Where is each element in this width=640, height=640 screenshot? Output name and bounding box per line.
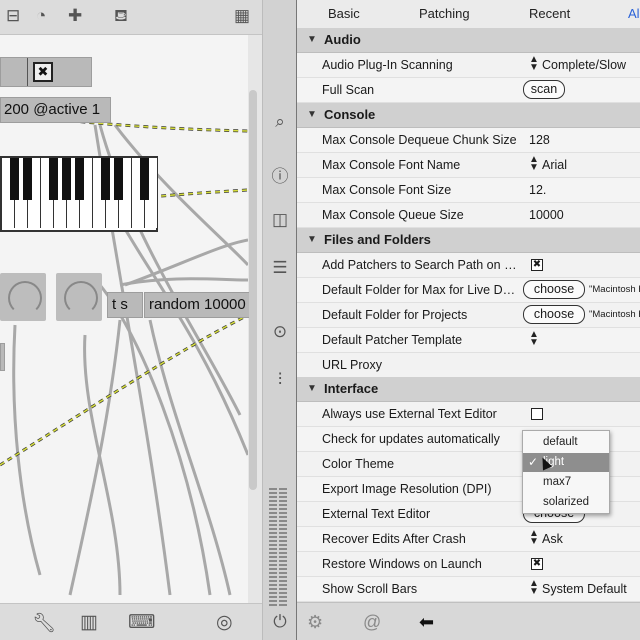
choose-button[interactable]: choose bbox=[523, 280, 585, 299]
list-icon[interactable]: ☰ bbox=[263, 258, 297, 278]
menu-item-max7[interactable]: max7 bbox=[523, 473, 609, 492]
folder-path: "Macintosh H bbox=[589, 284, 640, 295]
gear-icon[interactable]: ⚙ bbox=[307, 612, 323, 633]
pref-row: Full Scan scan bbox=[297, 78, 640, 103]
section-interface[interactable]: ▼ Interface bbox=[297, 377, 640, 402]
at-sign-icon[interactable]: @ bbox=[363, 612, 381, 633]
disclosure-triangle-icon[interactable]: ▼ bbox=[307, 228, 317, 252]
grid-icon[interactable]: ▦ bbox=[234, 5, 250, 27]
camera-icon[interactable]: ⊙ bbox=[263, 322, 297, 342]
section-console[interactable]: ▼ Console bbox=[297, 103, 640, 128]
toggle-x[interactable]: ✖ bbox=[33, 62, 53, 82]
sliders-icon[interactable]: ⫶ bbox=[263, 370, 297, 390]
restore-windows-checkbox[interactable]: ✖ bbox=[531, 558, 543, 570]
tab-patching[interactable]: Patching bbox=[419, 6, 470, 21]
tab-all[interactable]: Al bbox=[628, 6, 640, 21]
pref-row: URL Proxy bbox=[297, 353, 640, 378]
tab-recent[interactable]: Recent bbox=[529, 6, 570, 21]
pref-row: Max Console Dequeue Chunk Size 128 bbox=[297, 128, 640, 153]
folder-path: "Macintosh H bbox=[589, 309, 640, 320]
recover-edits-menu[interactable]: Ask bbox=[542, 532, 563, 546]
pref-row: Always use External Text Editor bbox=[297, 402, 640, 427]
section-files-and-folders[interactable]: ▼ Files and Folders bbox=[297, 228, 640, 253]
columns-icon[interactable]: ◫ bbox=[263, 210, 297, 230]
trigger-object[interactable]: t s bbox=[107, 292, 143, 318]
disclosure-triangle-icon[interactable]: ▼ bbox=[307, 103, 317, 127]
add-patchers-checkbox[interactable]: ✖ bbox=[531, 259, 543, 271]
paint-bucket-icon[interactable]: ⛾ bbox=[114, 5, 128, 27]
pref-row: Default Patcher Template ▲ ▼ bbox=[297, 328, 640, 353]
piano-icon[interactable]: ▥ bbox=[80, 611, 98, 634]
pref-row: Recover Edits After Crash ▲ ▼ Ask bbox=[297, 527, 640, 552]
stepper-arrows-icon[interactable]: ▲ ▼ bbox=[529, 529, 539, 547]
scan-button[interactable]: scan bbox=[523, 80, 565, 99]
plus-icon[interactable]: ✚ bbox=[68, 5, 82, 27]
console-font-size-field[interactable]: 12. bbox=[529, 183, 546, 197]
tab-basic[interactable]: Basic bbox=[328, 6, 360, 21]
patcher-bottom-toolbar: 🔧︎ ▥ ⌨ ◎ bbox=[0, 603, 262, 640]
disclosure-triangle-icon[interactable]: ▼ bbox=[307, 28, 317, 52]
menu-item-default[interactable]: default bbox=[523, 433, 609, 452]
stepper-arrows-icon[interactable]: ▲ ▼ bbox=[529, 155, 539, 173]
number-object[interactable] bbox=[0, 343, 5, 371]
kslider-piano[interactable] bbox=[0, 156, 158, 232]
checkmark-icon: ✓ bbox=[528, 455, 539, 469]
console-queue-size-field[interactable]: 10000 bbox=[529, 208, 564, 222]
stepper-arrows-icon[interactable]: ▲ ▼ bbox=[529, 330, 539, 348]
pref-row: Add Patchers to Search Path on Save ✖ bbox=[297, 253, 640, 278]
external-editor-checkbox[interactable] bbox=[531, 408, 543, 420]
console-font-menu[interactable]: Arial bbox=[542, 158, 567, 172]
preferences-bottom-bar: ⚙ @ ⬅ bbox=[297, 602, 640, 640]
info-icon[interactable]: ⓘ bbox=[263, 162, 297, 187]
section-audio[interactable]: ▼ Audio bbox=[297, 28, 640, 53]
dequeue-chunk-field[interactable]: 128 bbox=[529, 133, 550, 147]
pref-row: Max Console Font Name ▲ ▼ Arial bbox=[297, 153, 640, 178]
minus-box-icon[interactable]: ⊟ bbox=[6, 5, 20, 27]
level-meter bbox=[267, 488, 289, 608]
search-icon[interactable]: ⌕ bbox=[263, 112, 297, 132]
power-icon[interactable]: ⏻ bbox=[263, 612, 297, 632]
preferences-window: Basic Patching Recent Al ▼ Audio Audio P… bbox=[296, 0, 640, 640]
back-arrow-icon[interactable]: ⬅ bbox=[419, 612, 434, 633]
pref-row: Show Scroll Bars ▲ ▼ System Default bbox=[297, 577, 640, 602]
pref-row: Restore Windows on Launch ✖ bbox=[297, 552, 640, 577]
color-theme-dropdown[interactable]: default ✓ light max7 solarized bbox=[522, 430, 610, 514]
keyboard-icon[interactable]: ⌨ bbox=[128, 611, 155, 634]
preferences-tabs: Basic Patching Recent Al bbox=[297, 0, 640, 29]
dial-knob[interactable] bbox=[56, 273, 102, 321]
stepper-arrows-icon[interactable]: ▲ ▼ bbox=[529, 579, 539, 597]
metro-object[interactable]: 200 @active 1 bbox=[0, 97, 111, 123]
patcher-toolbar: ⊟ ◔ ✚ ⛾ ▦ bbox=[0, 0, 262, 35]
random-object[interactable]: random 10000 bbox=[144, 292, 252, 318]
pref-row: Default Folder for Projects choose "Maci… bbox=[297, 303, 640, 328]
pref-row: Default Folder for Max for Live Devi... … bbox=[297, 278, 640, 303]
patcher-scrollbar[interactable] bbox=[249, 90, 257, 490]
menu-item-solarized[interactable]: solarized bbox=[523, 493, 609, 512]
pref-row: Audio Plug-In Scanning ▲ ▼ Complete/Slow bbox=[297, 53, 640, 78]
target-icon[interactable]: ◎ bbox=[216, 611, 233, 634]
audio-scanning-menu[interactable]: Complete/Slow bbox=[542, 58, 626, 72]
dial-knob[interactable] bbox=[0, 273, 46, 321]
scroll-bars-menu[interactable]: System Default bbox=[542, 582, 627, 596]
pref-row: Max Console Queue Size 10000 bbox=[297, 203, 640, 228]
pref-row: Max Console Font Size 12. bbox=[297, 178, 640, 203]
disclosure-triangle-icon[interactable]: ▼ bbox=[307, 377, 317, 401]
toggle-object[interactable]: ✖ bbox=[0, 57, 92, 87]
patcher-window: ⊟ ◔ ✚ ⛾ ▦ ✖ 200 @active 1 t s random 100… bbox=[0, 0, 262, 640]
wrench-icon[interactable]: 🔧︎ bbox=[32, 611, 56, 635]
menu-item-light[interactable]: ✓ light bbox=[523, 453, 609, 472]
preferences-list: ▼ Audio Audio Plug-In Scanning ▲ ▼ Comple… bbox=[297, 28, 640, 602]
stepper-arrows-icon[interactable]: ▲ ▼ bbox=[529, 55, 539, 73]
gauge-icon[interactable]: ◔ bbox=[36, 5, 46, 27]
choose-button[interactable]: choose bbox=[523, 305, 585, 324]
